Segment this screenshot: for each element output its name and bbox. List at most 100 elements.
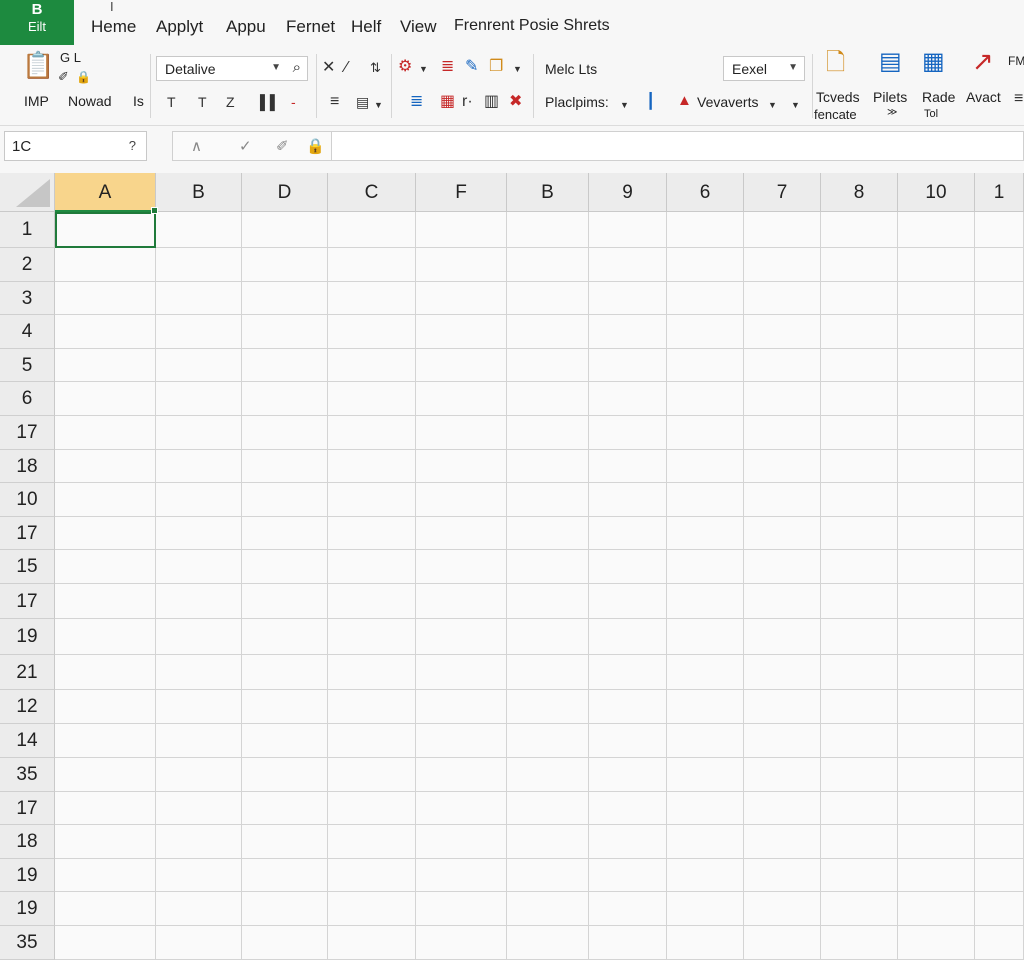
row-header[interactable]: 12 bbox=[0, 690, 55, 724]
spreadsheet-grid[interactable]: A B D C F B 9 6 7 8 10 1 1 2 3 4 5 6 17 18 10 17 15 17 19 21 12 14… bbox=[0, 173, 1024, 960]
row-header[interactable]: 3 bbox=[0, 282, 55, 315]
column-header[interactable]: 7 bbox=[744, 173, 821, 212]
format-painter-icon[interactable]: ✐ bbox=[58, 68, 69, 86]
sort-icon[interactable]: ⇅ bbox=[370, 59, 381, 77]
italic-icon[interactable]: T bbox=[198, 93, 207, 111]
row-header[interactable]: 4 bbox=[0, 315, 55, 349]
select-all-button[interactable] bbox=[0, 173, 55, 212]
column-header[interactable]: B bbox=[156, 173, 242, 212]
sheet-icon[interactable]: ▤ bbox=[879, 50, 902, 74]
settings-icon[interactable]: ⚙ bbox=[398, 58, 412, 76]
menu-item-appu[interactable]: Appu bbox=[226, 17, 266, 37]
clipboard-icon[interactable]: 📋 bbox=[22, 52, 54, 78]
wrap-icon[interactable]: ≣ bbox=[410, 93, 423, 111]
document-icon[interactable]: 🗋 bbox=[826, 51, 845, 75]
row-header[interactable]: 2 bbox=[0, 248, 55, 282]
is-button[interactable]: Is bbox=[133, 93, 144, 109]
paste-button-label[interactable]: IMP bbox=[24, 93, 49, 109]
row-header[interactable]: 18 bbox=[0, 825, 55, 859]
pilets-button[interactable]: Pilets bbox=[873, 89, 907, 105]
brush-icon[interactable]: ✎ bbox=[465, 58, 478, 76]
copy-icon[interactable]: ❐ bbox=[489, 58, 503, 76]
font-name-dropdown[interactable]: Detalive ▼ ⌕ bbox=[156, 56, 308, 81]
bar-icon[interactable]: ┃ bbox=[646, 93, 655, 111]
chevron-down-icon[interactable]: ▼ bbox=[768, 96, 777, 114]
row-header[interactable]: 35 bbox=[0, 758, 55, 792]
underline-icon[interactable]: Z bbox=[226, 93, 235, 111]
strikethrough-icon[interactable]: ≣ bbox=[441, 58, 454, 76]
column-header[interactable]: A bbox=[55, 173, 156, 212]
column-header[interactable]: F bbox=[416, 173, 507, 212]
lock-icon[interactable]: 🔒 bbox=[76, 68, 91, 86]
pencil-icon[interactable]: ⁄ bbox=[345, 59, 348, 77]
active-cell[interactable] bbox=[55, 212, 156, 248]
font-color-icon[interactable]: - bbox=[291, 93, 296, 111]
close-icon[interactable]: ✕ bbox=[322, 59, 335, 77]
column-header[interactable]: B bbox=[507, 173, 589, 212]
arrow-icon[interactable]: ↗ bbox=[972, 48, 994, 74]
column-header[interactable]: 9 bbox=[589, 173, 667, 212]
column-header[interactable]: D bbox=[242, 173, 328, 212]
align-icon[interactable]: ≡ bbox=[330, 93, 339, 111]
row-header[interactable]: 19 bbox=[0, 892, 55, 926]
tcveds-button[interactable]: Tcveds bbox=[816, 89, 860, 105]
vevaverts-button[interactable]: Vevaverts bbox=[697, 94, 758, 110]
menu-item-helf[interactable]: Helf bbox=[351, 17, 381, 37]
grid-icon[interactable]: ▦ bbox=[922, 50, 945, 74]
fill-handle[interactable] bbox=[151, 207, 158, 214]
row-header[interactable]: 35 bbox=[0, 926, 55, 960]
column-header[interactable]: 8 bbox=[821, 173, 898, 212]
menu-item-apply[interactable]: Applyt bbox=[156, 17, 203, 37]
bucket-icon[interactable]: ▲ bbox=[677, 92, 692, 110]
chevron-down-icon[interactable]: ▼ bbox=[513, 60, 522, 78]
bold-icon[interactable]: T bbox=[167, 93, 176, 111]
name-box[interactable]: 1C ? bbox=[4, 131, 147, 161]
row-header[interactable]: 6 bbox=[0, 382, 55, 416]
menu-item-frenrent[interactable]: Frenrent Posie Shrets bbox=[454, 17, 610, 35]
nowad-button[interactable]: Nowad bbox=[68, 93, 112, 109]
row-header[interactable]: 5 bbox=[0, 349, 55, 382]
chevron-down-icon[interactable]: ▼ bbox=[419, 60, 428, 78]
menu-item-home[interactable]: Heme bbox=[91, 17, 136, 37]
clear-icon[interactable]: ✖ bbox=[509, 93, 522, 111]
name-box-caret[interactable]: ? bbox=[129, 138, 136, 153]
insert-function-icon[interactable]: ✐ bbox=[276, 137, 289, 155]
row-header[interactable]: 19 bbox=[0, 619, 55, 655]
text-direction-icon[interactable]: r· bbox=[462, 93, 473, 111]
rade-button[interactable]: Rade bbox=[922, 89, 955, 105]
row-header[interactable]: 17 bbox=[0, 792, 55, 825]
chevron-down-icon[interactable]: ▼ bbox=[620, 96, 629, 114]
more-icon[interactable]: ≡ bbox=[1014, 90, 1023, 108]
chevron-down-icon[interactable]: ▼ bbox=[374, 96, 383, 114]
row-header[interactable]: 10 bbox=[0, 483, 55, 517]
row-header[interactable]: 1 bbox=[0, 212, 55, 248]
cancel-icon[interactable]: ∧ bbox=[191, 137, 202, 155]
lock-icon[interactable]: 🔒 bbox=[306, 137, 325, 155]
check-icon[interactable]: ✓ bbox=[239, 137, 252, 155]
menu-item-fernet[interactable]: Fernet bbox=[286, 17, 335, 37]
row-header[interactable]: 19 bbox=[0, 859, 55, 892]
row-header[interactable]: 18 bbox=[0, 450, 55, 483]
column-header[interactable]: 6 bbox=[667, 173, 744, 212]
column-header[interactable]: 1 bbox=[975, 173, 1024, 212]
chevron-down-icon[interactable]: ▼ bbox=[791, 96, 800, 114]
row-header[interactable]: 17 bbox=[0, 517, 55, 550]
column-header[interactable]: C bbox=[328, 173, 416, 212]
row-header[interactable]: 17 bbox=[0, 584, 55, 619]
row-header[interactable]: 14 bbox=[0, 724, 55, 758]
merge-icon[interactable]: ▤ bbox=[356, 93, 369, 111]
file-tab[interactable]: B Eilt bbox=[0, 0, 74, 45]
row-header[interactable]: 21 bbox=[0, 655, 55, 690]
melk-lts-label[interactable]: Melc Lts bbox=[545, 61, 597, 77]
chart-icon[interactable]: ▐▐ bbox=[255, 93, 275, 111]
menu-item-view[interactable]: View bbox=[400, 17, 437, 37]
search-icon[interactable]: ⌕ bbox=[293, 59, 301, 76]
placlpims-button[interactable]: Placlpims: bbox=[545, 94, 609, 110]
avact-button[interactable]: Avact bbox=[966, 89, 1001, 105]
formula-input[interactable] bbox=[332, 131, 1024, 161]
format-dropdown[interactable]: Eexel ▼ bbox=[723, 56, 805, 81]
table-icon[interactable]: ▦ bbox=[440, 93, 455, 111]
row-header[interactable]: 17 bbox=[0, 416, 55, 450]
grid-format-icon[interactable]: ▥ bbox=[484, 93, 499, 111]
column-header[interactable]: 10 bbox=[898, 173, 975, 212]
